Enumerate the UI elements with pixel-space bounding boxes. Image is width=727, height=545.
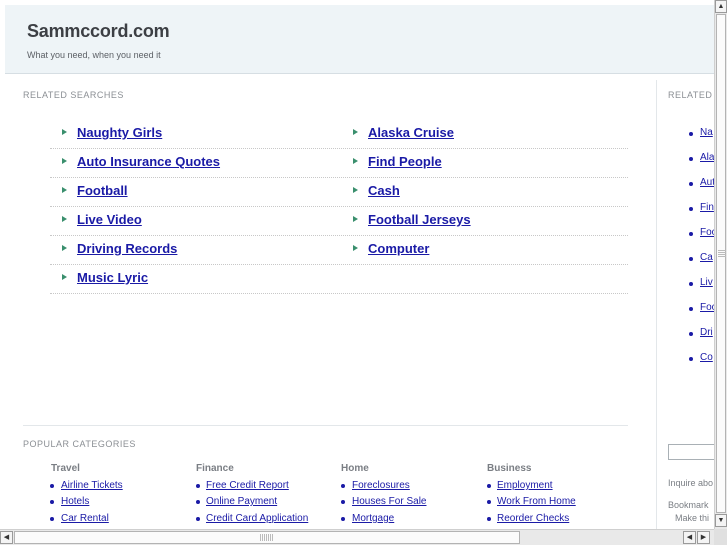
right-related-link[interactable]: Liv <box>700 277 713 288</box>
category-link[interactable]: Reorder Checks <box>497 513 569 524</box>
category-link[interactable]: Car Rental <box>61 513 109 524</box>
inquire-text[interactable]: Inquire abo <box>668 478 713 488</box>
site-tagline: What you need, when you need it <box>27 50 161 60</box>
right-related-link[interactable]: Dri <box>700 327 713 338</box>
related-search-row: Live Video Football Jerseys <box>50 206 628 236</box>
related-search-row: Football Cash <box>50 177 628 207</box>
horizontal-scrollbar[interactable]: ◀ ◀ ▶ <box>0 529 714 545</box>
bullet-icon <box>689 232 693 236</box>
category-link[interactable]: Online Payment <box>206 496 277 507</box>
scroll-left-icon[interactable]: ◀ <box>683 531 696 544</box>
related-search-link[interactable]: Auto Insurance Quotes <box>77 154 220 169</box>
scroll-down-icon[interactable]: ▼ <box>715 514 727 527</box>
make-homepage-text[interactable]: Make thi <box>675 513 709 523</box>
grip-icon <box>718 249 726 257</box>
related-search-link[interactable]: Naughty Girls <box>77 125 162 140</box>
arrow-right-icon <box>353 187 358 193</box>
arrow-right-icon <box>62 158 67 164</box>
bullet-icon <box>50 484 54 488</box>
bullet-icon <box>341 517 345 521</box>
related-search-link[interactable]: Football <box>77 183 128 198</box>
right-related-link[interactable]: Ala <box>700 152 714 163</box>
bullet-icon <box>689 357 693 361</box>
scroll-left-icon[interactable]: ◀ <box>0 531 13 544</box>
related-search-link[interactable]: Football Jerseys <box>368 212 471 227</box>
category-link[interactable]: Free Credit Report <box>206 480 289 491</box>
bookmark-text[interactable]: Bookmark <box>668 500 709 510</box>
bullet-icon <box>487 500 491 504</box>
bullet-icon <box>50 500 54 504</box>
category-link[interactable]: Employment <box>497 480 553 491</box>
bullet-icon <box>689 157 693 161</box>
right-related-link[interactable]: Aut <box>700 177 715 188</box>
related-search-link[interactable]: Live Video <box>77 212 142 227</box>
related-search-link[interactable]: Alaska Cruise <box>368 125 454 140</box>
related-searches-label: RELATED SEARCHES <box>23 90 124 100</box>
bullet-icon <box>689 207 693 211</box>
bullet-icon <box>689 132 693 136</box>
bullet-icon <box>689 182 693 186</box>
arrow-right-icon <box>62 216 67 222</box>
related-search-link[interactable]: Find People <box>368 154 442 169</box>
right-related-link[interactable]: Na <box>700 127 713 138</box>
bullet-icon <box>196 500 200 504</box>
related-search-row: Auto Insurance Quotes Find People <box>50 148 628 178</box>
category-link[interactable]: Mortgage <box>352 513 394 524</box>
bullet-icon <box>196 517 200 521</box>
related-search-link[interactable]: Music Lyric <box>77 270 148 285</box>
category-heading-finance: Finance <box>196 463 234 474</box>
scrollbar-corner <box>714 529 727 545</box>
category-heading-travel: Travel <box>51 463 80 474</box>
grip-icon <box>260 534 274 541</box>
related-search-row: Music Lyric <box>50 264 628 294</box>
right-related-label: RELATED <box>668 90 713 100</box>
category-heading-home: Home <box>341 463 369 474</box>
right-related-link[interactable]: Ca <box>700 252 713 263</box>
right-sidebar: RELATED Na Ala Aut Fin Foo Ca Liv Foo Dr… <box>656 80 715 535</box>
vertical-scrollbar[interactable]: ▲ ▼ <box>714 0 727 529</box>
bullet-icon <box>487 517 491 521</box>
bullet-icon <box>487 484 491 488</box>
site-title[interactable]: Sammccord.com <box>27 21 170 42</box>
category-link[interactable]: Hotels <box>61 496 89 507</box>
arrow-right-icon <box>353 129 358 135</box>
category-link[interactable]: Airline Tickets <box>61 480 123 491</box>
arrow-right-icon <box>62 245 67 251</box>
category-link[interactable]: Houses For Sale <box>352 496 426 507</box>
right-related-link[interactable]: Foo <box>700 227 715 238</box>
right-related-link[interactable]: Co <box>700 352 713 363</box>
bullet-icon <box>689 282 693 286</box>
bullet-icon <box>341 484 345 488</box>
bullet-icon <box>341 500 345 504</box>
horizontal-scroll-thumb[interactable] <box>14 531 520 544</box>
vertical-scroll-thumb[interactable] <box>716 14 726 513</box>
section-divider <box>23 425 628 426</box>
related-search-link[interactable]: Cash <box>368 183 400 198</box>
arrow-right-icon <box>353 216 358 222</box>
arrow-right-icon <box>62 274 67 280</box>
bullet-icon <box>196 484 200 488</box>
scroll-right-icon[interactable]: ▶ <box>697 531 710 544</box>
bullet-icon <box>689 257 693 261</box>
bullet-icon <box>689 332 693 336</box>
category-link[interactable]: Credit Card Application <box>206 513 308 524</box>
bullet-icon <box>689 307 693 311</box>
category-link[interactable]: Foreclosures <box>352 480 410 491</box>
category-link[interactable]: Work From Home <box>497 496 576 507</box>
arrow-right-icon <box>353 245 358 251</box>
related-search-link[interactable]: Driving Records <box>77 241 177 256</box>
arrow-right-icon <box>62 187 67 193</box>
related-search-row: Naughty Girls Alaska Cruise <box>50 119 628 149</box>
right-related-link[interactable]: Foo <box>700 302 715 313</box>
related-search-row: Driving Records Computer <box>50 235 628 265</box>
site-header: Sammccord.com What you need, when you ne… <box>5 5 714 74</box>
arrow-right-icon <box>353 158 358 164</box>
category-heading-business: Business <box>487 463 532 474</box>
related-search-link[interactable]: Computer <box>368 241 429 256</box>
right-related-link[interactable]: Fin <box>700 202 714 213</box>
scroll-up-icon[interactable]: ▲ <box>715 0 727 13</box>
bullet-icon <box>50 517 54 521</box>
popular-categories-label: POPULAR CATEGORIES <box>23 439 136 449</box>
arrow-right-icon <box>62 129 67 135</box>
